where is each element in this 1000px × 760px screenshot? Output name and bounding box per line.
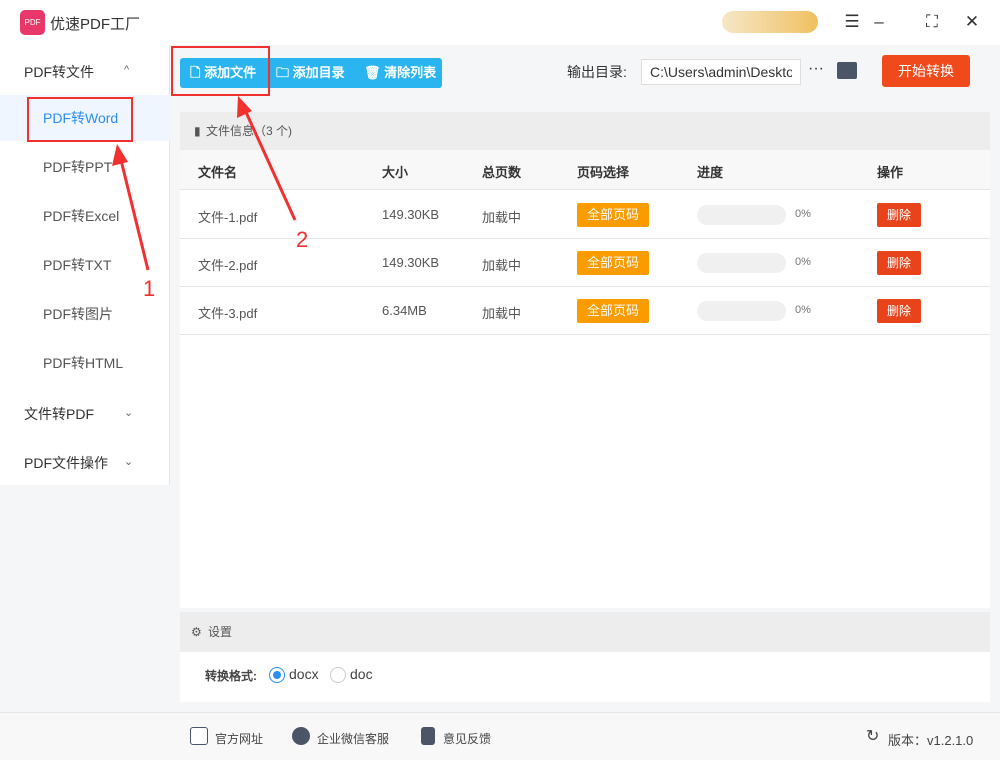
annotation-label-2: 2 bbox=[296, 227, 309, 252]
arrow-head-step1 bbox=[112, 144, 128, 166]
arrow-step2 bbox=[243, 109, 297, 221]
arrow-head-step2 bbox=[237, 96, 252, 118]
annotation-arrows bbox=[112, 96, 297, 271]
annotation-label-1: 1 bbox=[143, 276, 156, 301]
arrow-step1 bbox=[119, 159, 150, 271]
